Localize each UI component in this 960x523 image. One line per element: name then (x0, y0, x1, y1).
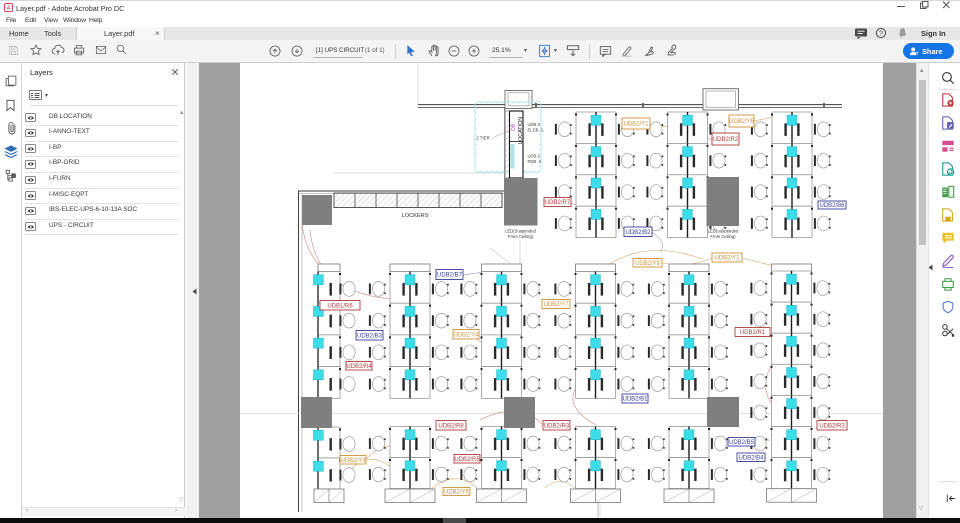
svg-text:UDB2/B4: UDB2/B4 (738, 455, 764, 461)
svg-text:UDB2/B2: UDB2/B2 (625, 230, 651, 236)
svg-text:From Ceiling): From Ceiling) (508, 234, 534, 239)
svg-text:UDB2/R2: UDB2/R2 (713, 137, 739, 143)
svg-text:UDB2/Y4: UDB2/Y4 (453, 332, 479, 338)
svg-text:UDB2/R8: UDB2/R8 (438, 423, 464, 429)
svg-text:DB: DB (511, 123, 517, 131)
svg-text:LOCKERS: LOCKERS (402, 213, 429, 219)
svg-text:?: ? (879, 31, 883, 38)
svg-text:UDB-2: UDB-2 (528, 122, 541, 127)
svg-text:UDB2/Y3: UDB2/Y3 (340, 458, 366, 464)
svg-text:UDB2/Y7: UDB2/Y7 (543, 302, 569, 308)
svg-text:UDB2/B7: UDB2/B7 (437, 273, 463, 279)
svg-text:UDB-2: UDB-2 (528, 154, 541, 159)
svg-text:UDB2/Y8: UDB2/Y8 (635, 261, 661, 267)
svg-text:UDB2/R4: UDB2/R4 (346, 364, 372, 370)
svg-text:LED(Suspended: LED(Suspended (505, 229, 536, 234)
svg-text:UDB2/R7: UDB2/R7 (545, 200, 571, 206)
svg-text:UDB2/B5: UDB2/B5 (729, 440, 755, 446)
svg-text:UDB1/R6: UDB1/R6 (327, 303, 353, 309)
svg-text:UDB2/R1: UDB2/R1 (740, 330, 766, 336)
svg-text:LED(Suspended: LED(Suspended (708, 229, 739, 234)
svg-text:UDB2/Y5: UDB2/Y5 (729, 119, 755, 125)
svg-text:UDB2/R3: UDB2/R3 (819, 423, 845, 429)
svg-text:UDB2/Y6: UDB2/Y6 (444, 490, 470, 496)
svg-text:From Ceiling): From Ceiling) (710, 234, 736, 239)
svg-text:LOCATION: LOCATION (518, 117, 524, 144)
svg-text:UDB2/Y1: UDB2/Y1 (623, 122, 649, 128)
svg-text:UDB2/Y2: UDB2/Y2 (714, 256, 740, 262)
svg-text:2 TIER: 2 TIER (476, 136, 490, 141)
svg-text:UDB2/B1: UDB2/B1 (622, 397, 648, 403)
svg-text:RDB -2: RDB -2 (528, 159, 542, 164)
svg-text:UDB2/B3: UDB2/B3 (357, 333, 383, 339)
svg-text:ELDB -2: ELDB -2 (528, 128, 544, 133)
svg-text:UDB2/R3: UDB2/R3 (544, 423, 570, 429)
svg-text:UDB2/B6: UDB2/B6 (819, 203, 845, 209)
svg-text:UDB2/R5: UDB2/R5 (454, 457, 480, 463)
